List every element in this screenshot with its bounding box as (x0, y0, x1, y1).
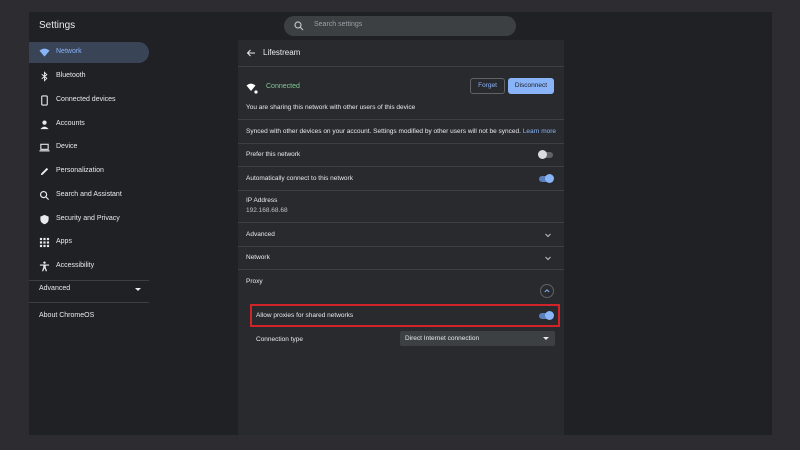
bluetooth-icon (41, 71, 48, 82)
sidebar-item-bluetooth[interactable]: Bluetooth (29, 66, 149, 87)
top-bar: Settings Search settings (29, 12, 772, 40)
sidebar-item-label: Accounts (56, 120, 85, 127)
phone-icon (41, 95, 48, 106)
connection-status: Connected (266, 83, 300, 90)
toggle-knob (545, 174, 554, 183)
sidebar-item-label: Connected devices (56, 96, 116, 103)
sharing-notice: You are sharing this network with other … (246, 104, 416, 111)
sidebar-item-label: Accessibility (56, 262, 95, 269)
page-title: Lifestream (263, 48, 301, 57)
sidebar-divider (29, 302, 149, 303)
sidebar-item-label: Personalization (56, 167, 104, 174)
divider (238, 246, 564, 247)
connection-type-select[interactable]: Direct Internet connection (400, 331, 555, 346)
sidebar-item-label: Apps (56, 238, 72, 245)
ip-address-label: IP Address (246, 197, 278, 204)
chevron-down-icon[interactable] (544, 254, 552, 262)
sidebar-advanced-toggle[interactable]: Advanced (39, 285, 70, 292)
forget-button[interactable]: Forget (470, 78, 505, 94)
search-icon (294, 21, 304, 31)
app-title: Settings (39, 20, 76, 31)
divider (238, 119, 564, 120)
sidebar-item-label: Security and Privacy (56, 215, 120, 222)
sidebar-item-connected-devices[interactable]: Connected devices (29, 90, 149, 111)
sidebar-item-label: Search and Assistant (56, 191, 122, 198)
chevron-down-icon[interactable] (135, 288, 141, 291)
sidebar-divider (29, 280, 149, 281)
search-input[interactable]: Search settings (284, 16, 516, 36)
ip-address-value: 192.168.68.68 (246, 207, 288, 214)
sidebar-item-apps[interactable]: Apps (29, 232, 149, 253)
apps-grid-icon (39, 237, 50, 248)
toggle-knob (545, 311, 554, 320)
network-detail-panel: Lifestream Connected Forget Disconnect Y… (238, 40, 564, 435)
back-arrow-icon[interactable] (246, 48, 256, 58)
accessibility-icon (39, 261, 50, 272)
chevron-down-icon[interactable] (544, 231, 552, 239)
prefer-network-toggle[interactable] (538, 150, 553, 159)
network-section-label[interactable]: Network (246, 254, 270, 261)
prefer-network-label: Prefer this network (246, 151, 301, 158)
laptop-icon (39, 143, 50, 152)
auto-connect-label: Automatically connect to this network (246, 175, 353, 182)
sidebar-item-label: Bluetooth (56, 72, 86, 79)
sidebar-item-accessibility[interactable]: Accessibility (29, 256, 149, 277)
proxy-collapse-button[interactable] (540, 284, 554, 298)
advanced-section-label[interactable]: Advanced (246, 231, 275, 238)
toggle-knob (538, 150, 547, 159)
sidebar-item-accounts[interactable]: Accounts (29, 114, 149, 135)
connection-type-value: Direct Internet connection (405, 335, 480, 342)
connection-type-label: Connection type (256, 336, 303, 343)
allow-proxies-toggle[interactable] (539, 311, 554, 320)
sidebar-item-label: Device (56, 143, 78, 150)
sidebar-item-device[interactable]: Device (29, 137, 149, 158)
person-icon (40, 120, 49, 130)
shield-icon (40, 214, 49, 225)
pen-icon (40, 167, 49, 176)
chevron-up-icon (544, 289, 550, 293)
disconnect-button[interactable]: Disconnect (508, 78, 554, 94)
divider (238, 143, 564, 144)
sidebar-item-search-and-assistant[interactable]: Search and Assistant (29, 185, 149, 206)
sidebar-item-network[interactable]: Network (29, 42, 149, 63)
allow-proxies-label: Allow proxies for shared networks (256, 312, 354, 319)
divider (238, 166, 564, 167)
sidebar-item-security-and-privacy[interactable]: Security and Privacy (29, 209, 149, 230)
sidebar-item-label: Network (56, 48, 82, 55)
auto-connect-toggle[interactable] (539, 174, 554, 183)
search-placeholder: Search settings (314, 21, 363, 28)
divider (238, 190, 564, 191)
divider (238, 66, 564, 67)
sync-notice: Synced with other devices on your accoun… (246, 128, 521, 135)
sidebar: Network Bluetooth Connected devices Acco… (29, 40, 154, 435)
wifi-connected-icon (246, 83, 258, 94)
divider (238, 269, 564, 270)
wifi-icon (39, 48, 50, 57)
learn-more-link[interactable]: Learn more (523, 128, 556, 135)
sidebar-item-personalization[interactable]: Personalization (29, 161, 149, 182)
search-icon (39, 190, 50, 201)
proxy-section-label[interactable]: Proxy (246, 278, 263, 285)
sidebar-item-about[interactable]: About ChromeOS (39, 312, 94, 319)
divider (238, 222, 564, 223)
dropdown-caret-icon (543, 337, 549, 340)
settings-window: Settings Search settings Network Bluetoo… (29, 12, 772, 435)
